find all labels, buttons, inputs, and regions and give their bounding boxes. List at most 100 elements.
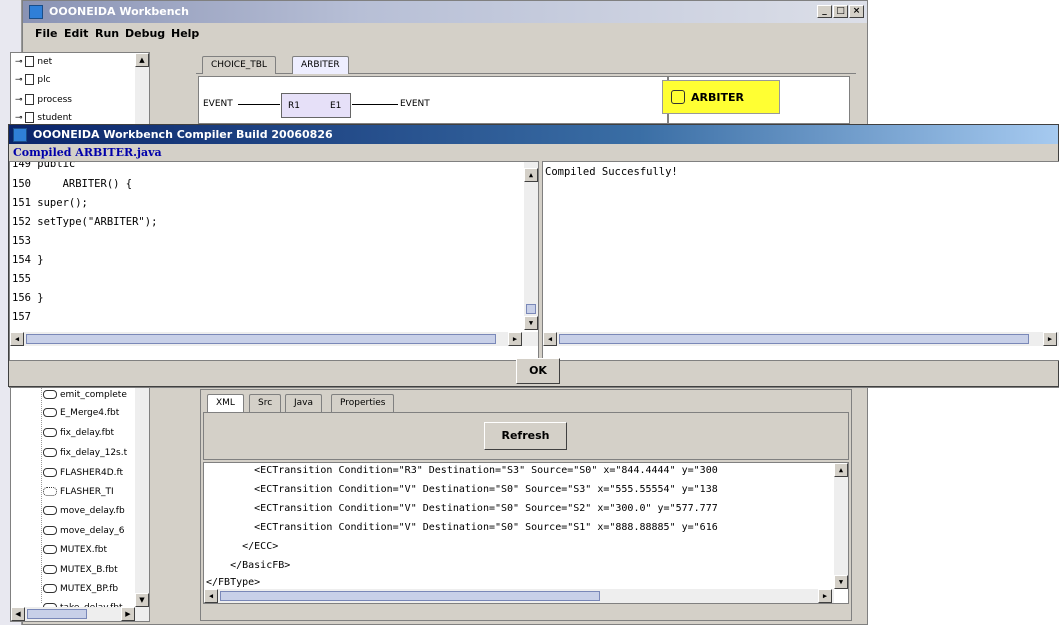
scroll-up-button[interactable]: ▲	[135, 53, 149, 67]
xml-line: </BasicFB>	[206, 560, 291, 571]
event-output-label: EVENT	[400, 99, 430, 109]
folder-icon	[25, 56, 35, 67]
minimize-button[interactable]: _	[817, 5, 832, 18]
tree-file[interactable]: move_delay_6	[33, 524, 124, 538]
xml-source-view[interactable]: <ECTransition Condition="R3" Destination…	[203, 462, 849, 604]
tab-arbiter[interactable]: ARBITER	[292, 56, 349, 74]
code-line: 150 ARBITER() {	[12, 178, 133, 190]
fb-icon	[43, 545, 57, 554]
dialog-title-bar[interactable]: OOONEIDA Workbench Compiler Build 200608…	[9, 125, 1058, 144]
app-logo-icon	[29, 5, 43, 19]
scroll-left-button[interactable]: ◀	[204, 589, 218, 603]
code-line: 155	[12, 273, 31, 285]
xml-line: <ECTransition Condition="V" Destination=…	[206, 484, 718, 495]
tab-properties[interactable]: Properties	[331, 394, 395, 412]
ok-button[interactable]: OK	[516, 358, 560, 384]
code-line: 153	[12, 235, 31, 247]
compiler-dialog: OOONEIDA Workbench Compiler Build 200608…	[8, 124, 1059, 387]
menu-debug[interactable]: Debug	[125, 27, 165, 40]
event-out-connector	[352, 104, 398, 105]
tree-folder-process[interactable]: ⊸ process	[15, 93, 72, 107]
port-r1: R1	[288, 101, 300, 111]
xml-line: <ECTransition Condition="V" Destination=…	[206, 522, 718, 533]
tab-xml[interactable]: XML	[207, 394, 244, 412]
code-line: 157	[12, 311, 31, 323]
refresh-button[interactable]: Refresh	[484, 422, 567, 450]
scroll-thumb[interactable]	[559, 334, 1029, 344]
port-e1: E1	[330, 101, 342, 111]
close-button[interactable]: ×	[849, 5, 864, 18]
tab-choice-tbl[interactable]: CHOICE_TBL	[202, 56, 276, 74]
tree-file[interactable]: FLASHER4D.ft	[33, 466, 123, 480]
tab-java[interactable]: Java	[285, 394, 323, 412]
fb-icon	[43, 526, 57, 535]
dialog-title: OOONEIDA Workbench Compiler Build 200608…	[33, 128, 333, 141]
compile-status: Compiled Succesfully!	[545, 166, 678, 178]
scroll-down-button[interactable]: ▼	[135, 593, 149, 607]
code-line: 151 super();	[12, 197, 88, 209]
scroll-thumb[interactable]	[220, 591, 600, 601]
tree-file[interactable]: E_Merge4.fbt	[33, 406, 119, 420]
folder-icon	[25, 74, 35, 85]
tree-file[interactable]: fix_delay_12s.t	[33, 446, 127, 460]
main-title-bar[interactable]: OOONEIDA Workbench _ □ ×	[23, 1, 867, 23]
tab-src[interactable]: Src	[249, 394, 282, 412]
arbiter-palette-item[interactable]: ARBITER	[662, 80, 780, 114]
scroll-right-button[interactable]: ▶	[508, 332, 522, 346]
code-line: 152 setType("ARBITER");	[12, 216, 158, 228]
scroll-right-button[interactable]: ▶	[818, 589, 832, 603]
tree-file[interactable]: FLASHER_TI	[33, 485, 114, 499]
fb-icon	[43, 565, 57, 574]
tree-file[interactable]: move_delay.fb	[33, 504, 125, 518]
tree-folder-student[interactable]: ⊸ student	[15, 111, 72, 125]
maximize-button[interactable]: □	[833, 5, 848, 18]
code-line: 154 }	[12, 254, 44, 266]
scroll-up-button[interactable]: ▲	[834, 463, 848, 477]
event-in-connector	[238, 104, 280, 105]
code-line: 149 public	[12, 161, 76, 170]
arbiter-badge-label: ARBITER	[691, 91, 744, 104]
scroll-thumb[interactable]	[27, 609, 87, 619]
tree-folder-plc[interactable]: ⊸ plc	[15, 73, 51, 87]
main-window-title: OOONEIDA Workbench	[49, 5, 189, 18]
fb-icon	[43, 428, 57, 437]
xml-line: <ECTransition Condition="V" Destination=…	[206, 503, 718, 514]
scroll-left-button[interactable]: ◀	[11, 607, 25, 621]
code-view[interactable]: 149 public 150 ARBITER() { 151 super(); …	[9, 161, 539, 361]
tree-file[interactable]: fix_delay.fbt	[33, 426, 114, 440]
menu-edit[interactable]: Edit	[64, 27, 88, 40]
scroll-thumb[interactable]	[526, 304, 536, 314]
event-input-label: EVENT	[203, 99, 233, 109]
fb-icon	[43, 408, 57, 417]
tree-file[interactable]: MUTEX_BP.fb	[33, 582, 118, 596]
scroll-down-button[interactable]: ▼	[524, 316, 538, 330]
menu-run[interactable]: Run	[95, 27, 119, 40]
composite-fb-icon	[43, 487, 57, 496]
scroll-right-button[interactable]: ▶	[121, 607, 135, 621]
menu-bar: File Edit Run Debug Help	[23, 23, 867, 43]
tree-folder-net[interactable]: ⊸ net	[15, 55, 52, 69]
editor-tab-strip: CHOICE_TBL ARBITER	[196, 52, 856, 74]
menu-help[interactable]: Help	[171, 27, 199, 40]
menu-file[interactable]: File	[35, 27, 58, 40]
folder-icon	[25, 112, 35, 123]
fb-icon	[43, 506, 57, 515]
tree-file[interactable]: emit_complete	[33, 388, 127, 402]
scroll-right-button[interactable]: ▶	[1043, 332, 1057, 346]
fb-icon	[43, 584, 57, 593]
xml-vertical-scrollbar[interactable]	[834, 463, 848, 589]
scroll-left-button[interactable]: ◀	[10, 332, 24, 346]
xml-line: <ECTransition Condition="R3" Destination…	[206, 465, 718, 476]
compile-output-view[interactable]: Compiled Succesfully! ◀ ▶	[542, 161, 1059, 361]
function-block[interactable]: R1 E1	[281, 93, 351, 118]
scroll-down-button[interactable]: ▼	[834, 575, 848, 589]
scroll-thumb[interactable]	[26, 334, 496, 344]
xml-line: </ECC>	[206, 541, 279, 552]
scroll-left-button[interactable]: ◀	[543, 332, 557, 346]
folder-icon	[25, 94, 35, 105]
fb-icon	[671, 90, 685, 104]
scroll-up-button[interactable]: ▲	[524, 168, 538, 182]
fb-icon	[43, 448, 57, 457]
tree-file[interactable]: MUTEX_B.fbt	[33, 563, 118, 577]
tree-file[interactable]: MUTEX.fbt	[33, 543, 107, 557]
